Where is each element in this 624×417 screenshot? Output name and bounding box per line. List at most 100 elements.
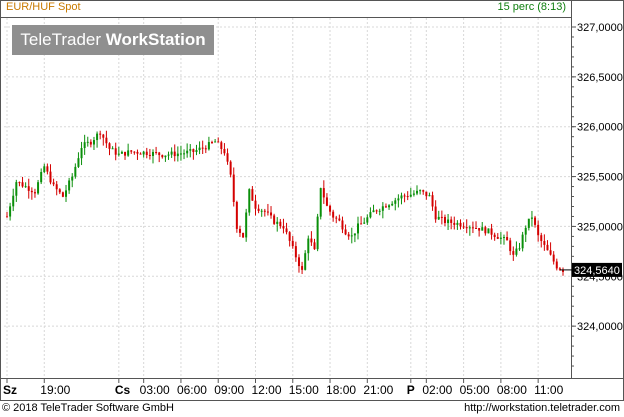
y-tick-label: 325,5000 xyxy=(577,172,623,184)
candle-body xyxy=(375,210,378,212)
candle-body xyxy=(86,141,89,143)
candle-body xyxy=(24,186,27,188)
candle-body xyxy=(161,155,164,158)
candle-body xyxy=(105,137,108,144)
x-tick-label: Cs xyxy=(115,383,131,397)
candle-body xyxy=(114,148,117,155)
candle-body xyxy=(509,240,512,252)
logo-text-2: WorkStation xyxy=(105,30,206,49)
candle-body xyxy=(111,148,114,150)
candle-body xyxy=(242,232,245,238)
candle-body xyxy=(30,190,33,193)
candle-body xyxy=(468,227,471,229)
candle-body xyxy=(279,221,282,227)
candle-body xyxy=(329,205,332,212)
candle-body xyxy=(347,234,350,237)
candle-body xyxy=(195,150,198,153)
candle-body xyxy=(481,227,484,231)
price-chart-svg: 327,0000 326,5000 326,0000 325,5000 325,0000… xyxy=(0,0,624,401)
x-tick-label: 21:00 xyxy=(363,383,393,397)
x-tick-label: 15:00 xyxy=(289,383,319,397)
candle-body xyxy=(499,237,502,239)
candle-body xyxy=(524,227,527,235)
candle-body xyxy=(158,152,161,156)
candle-body xyxy=(89,141,92,145)
candle-body xyxy=(136,151,139,154)
candle-body xyxy=(381,206,384,211)
candle-body xyxy=(77,158,80,167)
candle-body xyxy=(462,226,465,228)
x-tick-label: 11:00 xyxy=(534,383,563,397)
candle-body xyxy=(350,235,353,237)
candle-body xyxy=(83,142,86,149)
candle-body xyxy=(400,195,403,199)
candle-body xyxy=(204,148,207,150)
candle-body xyxy=(9,206,12,217)
candle-body xyxy=(40,172,43,183)
candle-body xyxy=(220,142,223,149)
candle-body xyxy=(133,151,136,153)
candle-body xyxy=(211,142,214,144)
candle-body xyxy=(518,248,521,250)
candle-body xyxy=(543,241,546,245)
instrument-label: EUR/HUF Spot xyxy=(6,1,81,13)
candle-body xyxy=(52,182,55,185)
candle-body xyxy=(229,161,232,175)
candle-body xyxy=(316,216,319,250)
logo-text-1: TeleTrader xyxy=(20,30,102,49)
candle-body xyxy=(148,154,151,156)
candle-body xyxy=(248,189,251,213)
candle-body xyxy=(378,210,381,212)
candle-body xyxy=(173,151,176,157)
candle-body xyxy=(232,174,235,202)
candle-body xyxy=(33,192,36,194)
candle-body xyxy=(322,188,325,198)
candle-body xyxy=(416,190,419,194)
candle-body xyxy=(490,228,493,235)
candle-body xyxy=(530,217,533,219)
footer-url-link[interactable]: http://workstation.teletrader.com xyxy=(464,402,620,414)
x-tick-label: Sz xyxy=(3,383,17,397)
candle-body xyxy=(366,217,369,223)
candle-body xyxy=(186,150,189,154)
candle-body xyxy=(235,201,238,229)
candle-body xyxy=(251,189,254,201)
candle-body xyxy=(139,153,142,155)
y-tick-label: 326,0000 xyxy=(577,122,623,134)
candle-body xyxy=(384,206,387,208)
candle-body xyxy=(412,193,415,195)
candle-body xyxy=(12,195,15,207)
candle-body xyxy=(403,195,406,197)
candle-body xyxy=(276,221,279,224)
candle-body xyxy=(176,153,179,157)
candle-body xyxy=(55,184,58,190)
candle-body xyxy=(297,257,300,267)
candle-body xyxy=(27,186,30,191)
candle-body xyxy=(201,147,204,149)
candle-body xyxy=(549,250,552,255)
candle-body xyxy=(406,196,409,198)
candle-body xyxy=(43,166,46,173)
candle-body xyxy=(425,191,428,197)
candle-body xyxy=(440,216,443,218)
candle-body xyxy=(496,237,499,239)
candle-body xyxy=(291,240,294,247)
candle-body xyxy=(130,150,133,152)
candle-body xyxy=(68,180,71,191)
candle-body xyxy=(459,222,462,227)
y-tick-label: 327,0000 xyxy=(577,22,623,34)
candle-body xyxy=(428,195,431,197)
candle-body xyxy=(155,152,158,154)
candle-body xyxy=(555,261,558,269)
candle-body xyxy=(537,224,540,236)
candle-body xyxy=(145,151,148,155)
x-tick-label: P xyxy=(407,383,415,397)
candle-body xyxy=(18,182,21,184)
candle-body xyxy=(325,197,328,206)
candle-body xyxy=(475,227,478,229)
candle-body xyxy=(124,151,127,156)
candle-body xyxy=(260,210,263,212)
candle-body xyxy=(61,192,64,197)
copyright-text: © 2018 TeleTrader Software GmbH xyxy=(2,402,174,414)
x-tick-label: 09:00 xyxy=(214,383,244,397)
